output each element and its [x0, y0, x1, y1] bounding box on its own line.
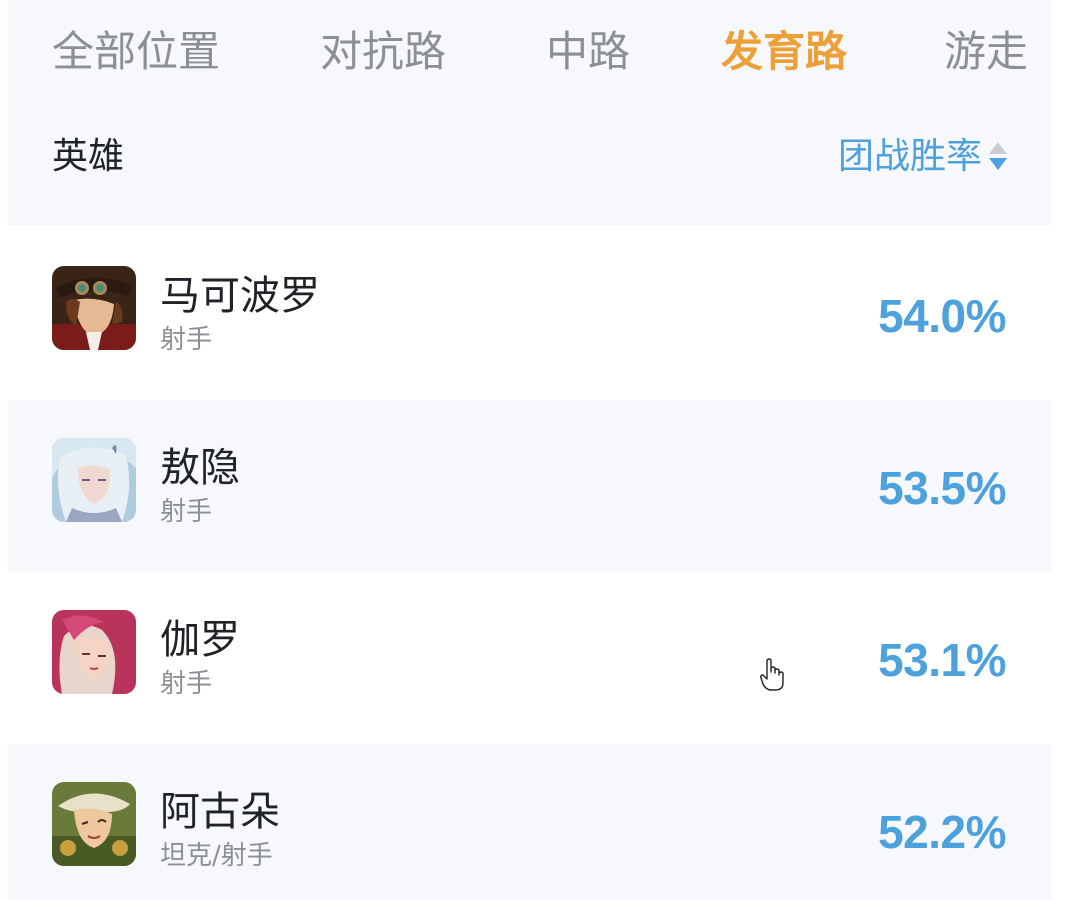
- sort-icon: [988, 140, 1008, 174]
- teamfight-winrate: 53.1%: [878, 634, 1006, 686]
- table-row[interactable]: 阿古朵 坦克/射手 52.2%: [8, 744, 1052, 900]
- tab-clash-lane[interactable]: 对抗路: [320, 24, 446, 80]
- teamfight-winrate: 52.2%: [878, 806, 1006, 858]
- hero-avatar-a-gu-duo: [52, 782, 136, 866]
- hero-name: 阿古朵: [160, 789, 280, 835]
- hero-rank-page: 全部位置 对抗路 中路 发育路 游走 英雄 团战胜率 马可波罗 射手 54.0%…: [0, 0, 1080, 900]
- hero-role: 射手: [160, 325, 213, 355]
- hero-avatar-marco-polo: [52, 266, 136, 350]
- hero-role: 射手: [160, 669, 213, 699]
- tab-roam[interactable]: 游走: [944, 24, 1028, 80]
- hero-name: 敖隐: [160, 445, 240, 491]
- table-row[interactable]: 伽罗 射手 53.1%: [8, 572, 1052, 744]
- table-row[interactable]: 马可波罗 射手 54.0%: [8, 228, 1052, 400]
- hand-pointer-cursor-icon: [760, 658, 784, 692]
- table-row[interactable]: 敖隐 射手 53.5%: [8, 400, 1052, 572]
- sort-ascending-arrow-icon: [989, 142, 1007, 154]
- tab-mid-lane[interactable]: 中路: [546, 24, 630, 80]
- tab-all-positions[interactable]: 全部位置: [52, 24, 220, 80]
- sort-label: 团战胜率: [837, 136, 982, 177]
- hero-role: 坦克/射手: [160, 841, 273, 871]
- table-header: 英雄 团战胜率: [8, 105, 1052, 225]
- teamfight-winrate: 54.0%: [878, 290, 1006, 342]
- hero-role: 射手: [160, 497, 213, 527]
- hero-name: 马可波罗: [160, 273, 320, 319]
- teamfight-winrate: 53.5%: [878, 462, 1006, 514]
- position-tabs: 全部位置 对抗路 中路 发育路 游走: [8, 0, 1052, 105]
- hero-name: 伽罗: [160, 617, 240, 663]
- hero-avatar-jia-luo: [52, 610, 136, 694]
- hero-rank-panel: 全部位置 对抗路 中路 发育路 游走 英雄 团战胜率 马可波罗 射手 54.0%…: [8, 0, 1052, 900]
- sort-descending-arrow-icon: [989, 158, 1007, 170]
- hero-column-header: 英雄: [52, 136, 125, 177]
- tab-farm-lane[interactable]: 发育路: [721, 24, 847, 80]
- hero-avatar-ao-yin: [52, 438, 136, 522]
- sort-by-teamfight-winrate-button[interactable]: 团战胜率: [838, 133, 1008, 181]
